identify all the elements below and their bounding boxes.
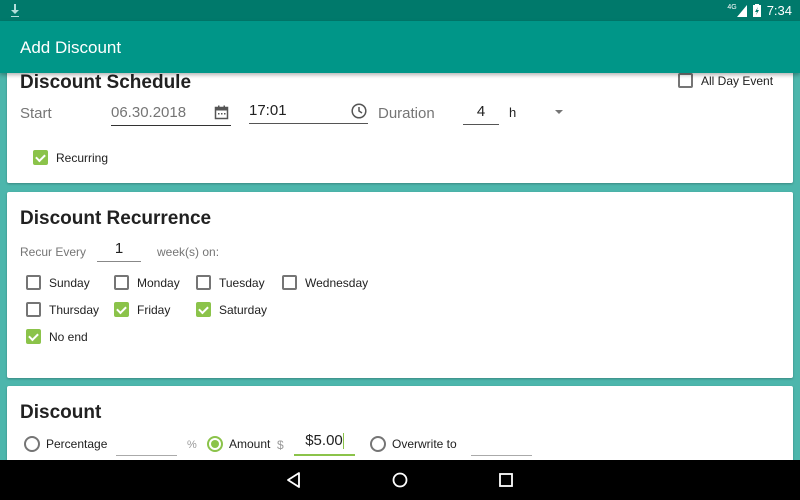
amount-input[interactable]: $5.00 [294,432,355,456]
date-input[interactable]: 06.30.2018 [111,103,231,126]
recur-unit-label: week(s) on: [157,245,220,259]
recents-icon[interactable] [496,470,516,490]
tuesday-box [196,275,211,290]
percentage-radio-circle [24,436,40,452]
download-icon [11,4,19,17]
day-tuesday[interactable]: Tuesday [196,275,265,290]
battery-icon [752,4,761,17]
saturday-box [196,302,211,317]
schedule-card: Discount Schedule All Day Event Start 06… [7,60,793,183]
navigation-bar [0,460,800,500]
app-bar: Add Discount [0,21,800,73]
all-day-checkbox[interactable]: All Day Event [678,73,773,88]
start-label: Start [20,105,52,122]
calendar-icon[interactable] [214,105,229,120]
recurrence-card: Discount Recurrence Recur Every 1 week(s… [7,192,793,378]
recurrence-title: Discount Recurrence [20,208,212,229]
page-title: Add Discount [20,38,122,57]
all-day-box [678,73,693,88]
dollar-sign: $ [277,438,284,452]
duration-unit-dropdown[interactable]: h [509,105,569,123]
recurring-checkbox[interactable]: Recurring [33,150,108,165]
friday-box [114,302,129,317]
no-end-box [26,329,41,344]
monday-box [114,275,129,290]
recur-every-label: Recur Every [20,245,87,259]
amount-radio-circle [207,436,223,452]
amount-radio[interactable]: Amount [207,436,270,452]
day-thursday[interactable]: Thursday [26,302,99,317]
day-saturday[interactable]: Saturday [196,302,267,317]
schedule-title: Discount Schedule [20,72,192,93]
day-sunday[interactable]: Sunday [26,275,90,290]
percentage-radio[interactable]: Percentage [24,436,107,452]
clock-icon[interactable] [351,103,367,119]
duration-label: Duration [378,105,435,122]
time-input[interactable]: 17:01 [249,101,368,124]
overwrite-radio[interactable]: Overwrite to [370,436,457,452]
day-friday[interactable]: Friday [114,302,170,317]
recur-interval-input[interactable]: 1 [97,240,141,262]
no-end-checkbox[interactable]: No end [26,329,88,344]
back-icon[interactable] [284,470,304,490]
day-wednesday[interactable]: Wednesday [282,275,368,290]
status-bar: 4G 7:34 [0,0,800,21]
thursday-box [26,302,41,317]
discount-title: Discount [20,402,102,423]
day-monday[interactable]: Monday [114,275,180,290]
clock: 7:34 [766,3,792,18]
dropdown-arrow-icon [555,110,563,114]
recurring-box [33,150,48,165]
wednesday-box [282,275,297,290]
percent-sign: % [187,439,197,451]
duration-input[interactable]: 4 [463,103,499,125]
signal-icon [736,4,747,17]
overwrite-input[interactable] [471,436,532,456]
home-icon[interactable] [390,470,410,490]
network-type: 4G [727,4,737,11]
text-cursor [342,433,344,450]
percentage-input[interactable] [116,436,177,456]
overwrite-radio-circle [370,436,386,452]
sunday-box [26,275,41,290]
